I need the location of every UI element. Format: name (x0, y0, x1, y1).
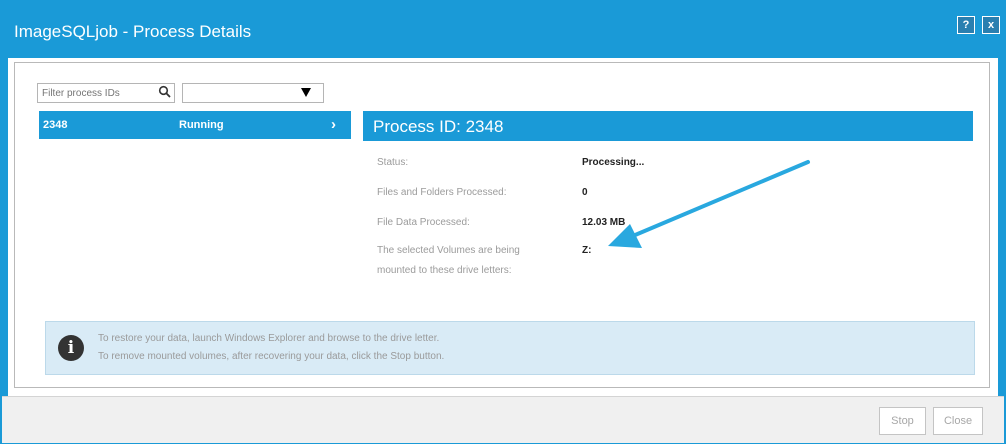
stop-button[interactable]: Stop (879, 407, 926, 435)
mounted-volumes-value: Z: (582, 245, 592, 256)
window-title: ImageSQLjob - Process Details (14, 22, 252, 41)
dropdown-arrow-icon (301, 88, 311, 97)
help-icon: ? (962, 19, 970, 31)
close-button[interactable]: Close (933, 407, 983, 435)
details-panel: 2348 Running › Process ID: 2348 Status: … (14, 62, 990, 388)
process-status: Running (179, 119, 224, 131)
mounted-volumes-label: The selected Volumes are being mounted t… (377, 245, 520, 276)
process-list: 2348 Running › (39, 111, 351, 139)
help-button[interactable]: ? (957, 16, 975, 34)
close-window-button[interactable]: x (982, 16, 1000, 34)
status-value: Processing... (582, 157, 645, 168)
title-bar: ImageSQLjob - Process Details ? x (2, 2, 1004, 58)
info-line-stop: To remove mounted volumes, after recover… (98, 351, 445, 362)
status-label: Status: (377, 157, 409, 168)
dialog-footer: Stop Close (2, 396, 1004, 443)
files-processed-label: Files and Folders Processed: (377, 187, 507, 198)
data-processed-value: 12.03 MB (582, 217, 626, 228)
close-icon: x (987, 19, 995, 31)
chevron-right-icon: › (331, 116, 336, 133)
info-line-restore: To restore your data, launch Windows Exp… (98, 333, 440, 344)
files-processed-value: 0 (582, 187, 588, 198)
info-message-box: i To restore your data, launch Windows E… (45, 321, 975, 375)
process-row[interactable]: 2348 Running › (39, 111, 351, 139)
status-filter-select[interactable] (182, 83, 324, 103)
dialog-content: 2348 Running › Process ID: 2348 Status: … (8, 58, 998, 396)
process-details-header: Process ID: 2348 (363, 111, 973, 141)
process-id: 2348 (43, 119, 68, 131)
search-icon[interactable] (158, 85, 172, 99)
filter-process-ids-input[interactable] (37, 83, 175, 103)
info-icon: i (58, 335, 84, 361)
data-processed-label: File Data Processed: (377, 217, 470, 228)
process-details-window: ImageSQLjob - Process Details ? x 2348 R… (0, 0, 1006, 444)
